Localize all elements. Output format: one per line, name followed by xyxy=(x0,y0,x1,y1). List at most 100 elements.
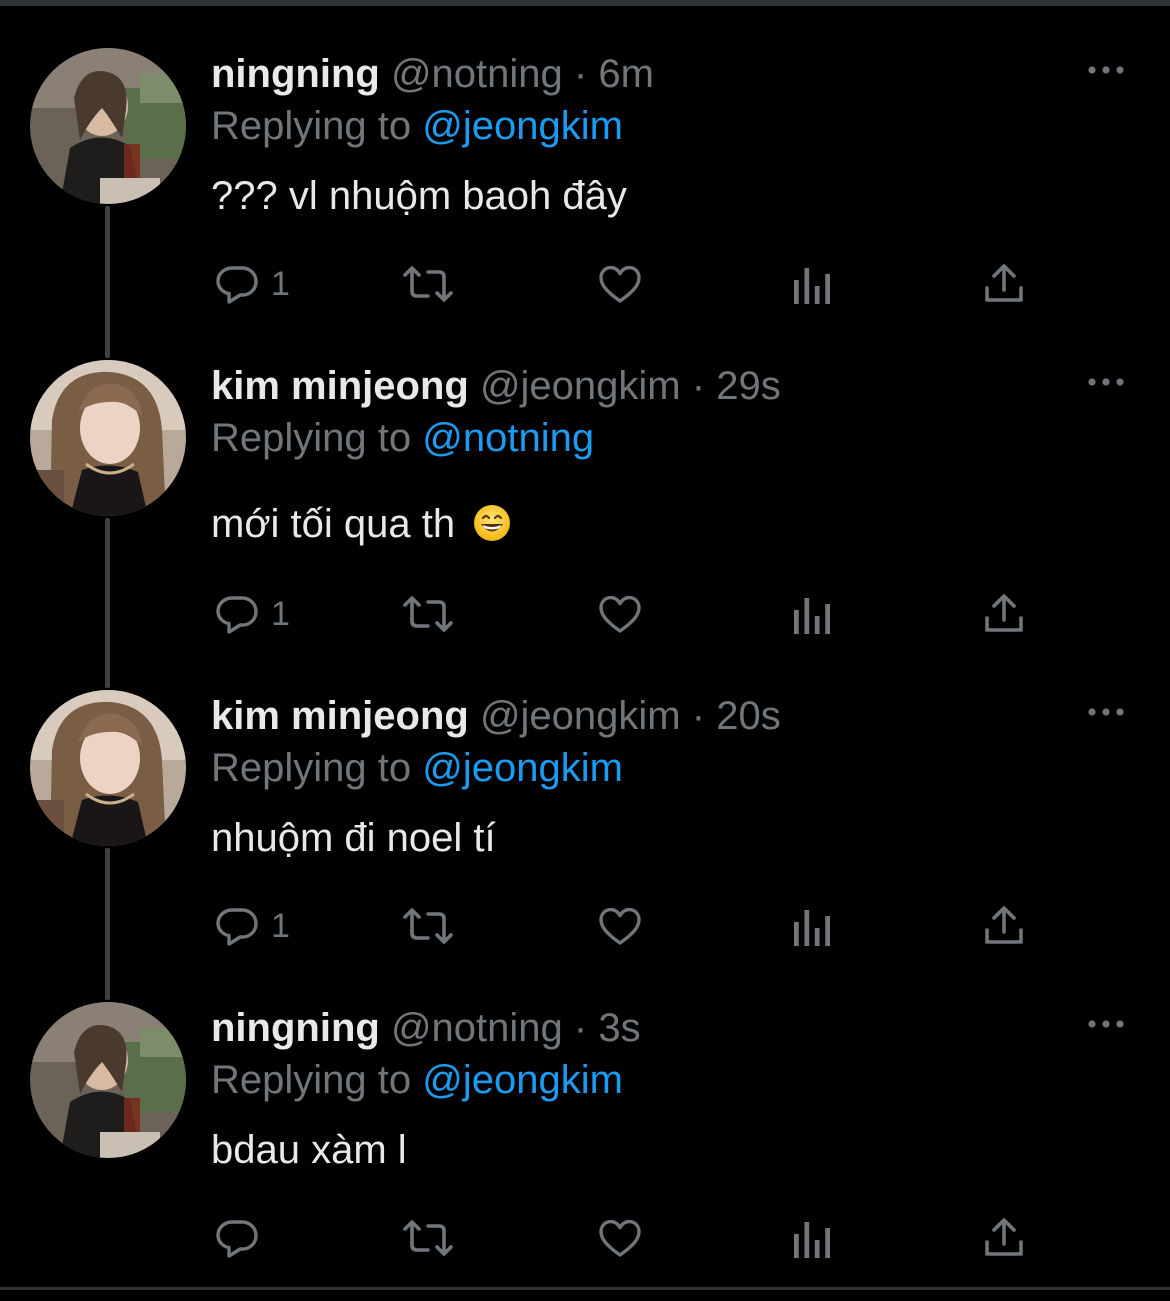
like-icon xyxy=(599,907,641,945)
share-icon xyxy=(985,1218,1023,1256)
minjeong-avatar-image xyxy=(30,690,186,846)
tweet-actions: 1 xyxy=(0,898,1170,954)
replying-to: Replying to @jeongkim xyxy=(211,744,623,792)
tweet-header: kim minjeong @jeongkim · 20s xyxy=(211,692,781,740)
retweet-button[interactable] xyxy=(402,898,454,954)
display-name[interactable]: kim minjeong xyxy=(211,364,469,408)
mention-link[interactable]: @jeongkim xyxy=(422,1058,623,1102)
ningning-avatar-image xyxy=(30,48,186,204)
analytics-button[interactable] xyxy=(790,898,834,954)
timestamp[interactable]: 20s xyxy=(716,694,781,738)
avatar[interactable] xyxy=(30,690,186,846)
replying-label: Replying to xyxy=(211,416,412,460)
timestamp[interactable]: 3s xyxy=(598,1006,640,1050)
avatar[interactable] xyxy=(30,48,186,204)
retweet-button[interactable] xyxy=(402,1210,454,1266)
more-options-icon[interactable] xyxy=(1086,372,1126,392)
separator-dot: · xyxy=(691,364,706,408)
separator-dot: · xyxy=(573,52,588,96)
like-icon xyxy=(599,265,641,303)
retweet-icon xyxy=(403,266,453,302)
like-button[interactable] xyxy=(596,898,644,954)
tweet-actions xyxy=(0,1210,1170,1266)
reply-count: 1 xyxy=(271,265,290,303)
display-name[interactable]: kim minjeong xyxy=(211,694,469,738)
minjeong-avatar-image xyxy=(30,360,186,516)
mention-link[interactable]: @jeongkim xyxy=(422,104,623,148)
timestamp[interactable]: 6m xyxy=(598,52,654,96)
avatar[interactable] xyxy=(30,1002,186,1158)
tweet-text: nhuộm đi noel tí xyxy=(211,816,496,860)
reply-button[interactable] xyxy=(213,1210,271,1266)
ningning-avatar-image xyxy=(30,1002,186,1158)
like-button[interactable] xyxy=(596,1210,644,1266)
reply-icon xyxy=(216,908,258,946)
share-icon xyxy=(985,594,1023,632)
display-name[interactable]: ningning xyxy=(211,1006,380,1050)
tweet-actions: 1 xyxy=(0,586,1170,642)
bottom-divider xyxy=(0,1287,1170,1290)
tweet-header: kim minjeong @jeongkim · 29s xyxy=(211,362,781,410)
tweet-text-container: mới tối qua th xyxy=(211,500,512,554)
tweet-text: mới tối qua th xyxy=(211,502,456,546)
like-button[interactable] xyxy=(596,586,644,642)
share-button[interactable] xyxy=(980,586,1028,642)
reply-button[interactable]: 1 xyxy=(213,256,290,312)
reply-icon xyxy=(216,1220,258,1258)
analytics-icon xyxy=(794,1222,830,1258)
replying-label: Replying to xyxy=(211,104,412,148)
user-handle[interactable]: @notning xyxy=(391,1006,563,1050)
reply-icon xyxy=(216,266,258,304)
mention-link[interactable]: @jeongkim xyxy=(422,746,623,790)
separator-dot: · xyxy=(573,1006,588,1050)
separator-dot: · xyxy=(691,694,706,738)
user-handle[interactable]: @jeongkim xyxy=(480,694,681,738)
analytics-icon xyxy=(794,598,830,634)
analytics-icon xyxy=(794,268,830,304)
user-handle[interactable]: @jeongkim xyxy=(480,364,681,408)
grinning-face-emoji xyxy=(472,503,512,554)
reply-button[interactable]: 1 xyxy=(213,586,290,642)
analytics-icon xyxy=(794,910,830,946)
like-icon xyxy=(599,595,641,633)
retweet-icon xyxy=(403,908,453,944)
analytics-button[interactable] xyxy=(790,1210,834,1266)
share-icon xyxy=(985,906,1023,944)
replying-to: Replying to @notning xyxy=(211,414,594,462)
like-button[interactable] xyxy=(596,256,644,312)
reply-count: 1 xyxy=(271,595,290,633)
more-options-icon[interactable] xyxy=(1086,1014,1126,1034)
replying-label: Replying to xyxy=(211,746,412,790)
conversation-thread: ningning @notning · 6m Replying to @jeon… xyxy=(0,0,1170,1301)
tweet-header: ningning @notning · 3s xyxy=(211,1004,641,1052)
share-icon xyxy=(985,264,1023,302)
avatar[interactable] xyxy=(30,360,186,516)
tweet-header: ningning @notning · 6m xyxy=(211,50,654,98)
retweet-icon xyxy=(403,596,453,632)
retweet-button[interactable] xyxy=(402,256,454,312)
display-name[interactable]: ningning xyxy=(211,52,380,96)
retweet-icon xyxy=(403,1220,453,1256)
replying-to: Replying to @jeongkim xyxy=(211,1056,623,1104)
analytics-button[interactable] xyxy=(790,586,834,642)
more-options-icon[interactable] xyxy=(1086,60,1126,80)
like-icon xyxy=(599,1219,641,1257)
share-button[interactable] xyxy=(980,898,1028,954)
analytics-button[interactable] xyxy=(790,256,834,312)
share-button[interactable] xyxy=(980,1210,1028,1266)
reply-button[interactable]: 1 xyxy=(213,898,290,954)
tweet-text: ??? vl nhuộm baoh đây xyxy=(211,174,627,218)
replying-label: Replying to xyxy=(211,1058,412,1102)
tweet-text: bdau xàm l xyxy=(211,1128,407,1172)
top-divider xyxy=(0,0,1170,6)
user-handle[interactable]: @notning xyxy=(391,52,563,96)
tweet-actions: 1 xyxy=(0,256,1170,312)
mention-link[interactable]: @notning xyxy=(422,416,594,460)
share-button[interactable] xyxy=(980,256,1028,312)
timestamp[interactable]: 29s xyxy=(716,364,781,408)
more-options-icon[interactable] xyxy=(1086,702,1126,722)
reply-count: 1 xyxy=(271,907,290,945)
reply-icon xyxy=(216,596,258,634)
retweet-button[interactable] xyxy=(402,586,454,642)
replying-to: Replying to @jeongkim xyxy=(211,102,623,150)
